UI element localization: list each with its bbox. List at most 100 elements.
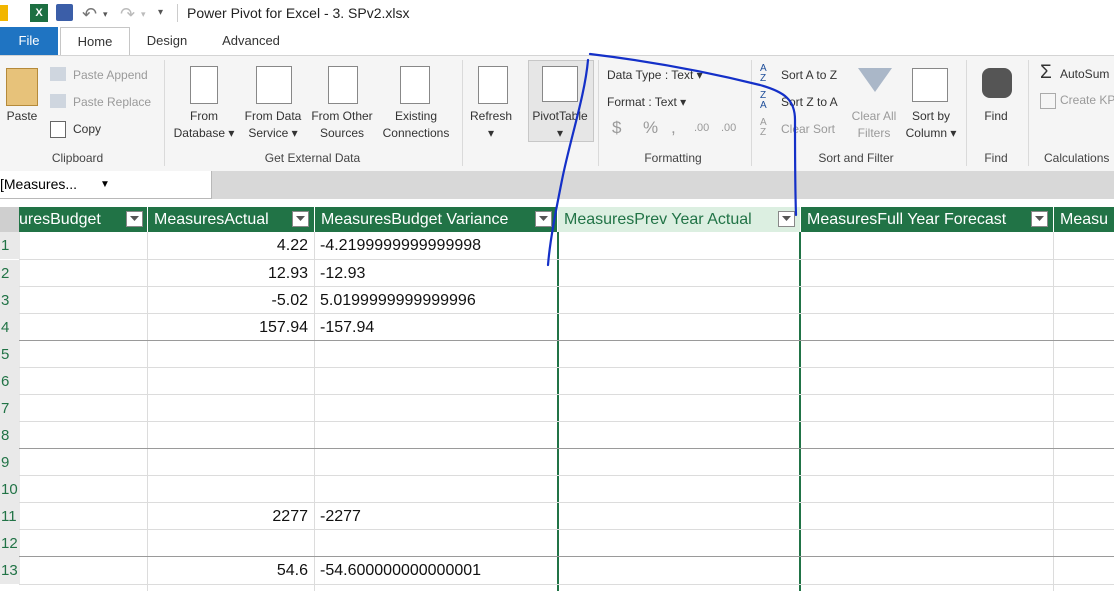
cell-variance[interactable]: 5.0199999999999996	[320, 287, 476, 314]
sort-by-column-button[interactable]: Sort by Column ▾	[902, 108, 960, 142]
pivottable-button[interactable]: PivotTable ▾	[528, 108, 592, 142]
from-data-service-line2: Service	[248, 126, 289, 140]
row-number[interactable]: 1	[0, 232, 20, 259]
cell-variance[interactable]: -157.94	[320, 314, 374, 341]
sort-az-button[interactable]: Sort A to Z	[781, 68, 837, 82]
row-divider	[19, 475, 1114, 476]
cell-actual[interactable]: 12.93	[148, 260, 308, 287]
cell-actual[interactable]: 54.6	[148, 557, 308, 584]
percent-icon[interactable]: %	[643, 118, 658, 138]
copy-button[interactable]: Copy	[73, 122, 101, 136]
sort-za-button[interactable]: Sort Z to A	[781, 95, 838, 109]
column-header-full-year-forecast[interactable]: MeasuresFull Year Forecast	[801, 207, 1054, 232]
row-number[interactable]: 9	[0, 449, 20, 476]
row-number[interactable]: 13	[0, 557, 20, 584]
tab-advanced[interactable]: Advanced	[212, 27, 290, 55]
column-header-budget[interactable]: uresBudget	[19, 207, 148, 232]
data-type-label: Data Type : Text	[607, 68, 694, 82]
separator	[751, 60, 752, 166]
refresh-button[interactable]: Refresh ▾	[462, 108, 520, 142]
tab-home[interactable]: Home	[60, 27, 130, 56]
redo-icon[interactable]: ↷	[120, 4, 135, 24]
refresh-label: Refresh	[469, 109, 513, 123]
cell-actual[interactable]: 157.94	[148, 314, 308, 341]
paste-append-button[interactable]: Paste Append	[73, 68, 148, 82]
row-number[interactable]: 12	[0, 530, 20, 557]
column-header-label: MeasuresBudget Variance	[321, 211, 509, 228]
filter-dropdown-icon[interactable]	[778, 211, 795, 227]
column-header-actual[interactable]: MeasuresActual	[148, 207, 315, 232]
decrease-decimal-icon[interactable]: .00	[721, 122, 736, 134]
grid-corner[interactable]	[0, 207, 19, 232]
row-number[interactable]: 7	[0, 395, 20, 422]
paste-replace-button[interactable]: Paste Replace	[73, 95, 151, 109]
currency-icon[interactable]: $	[612, 118, 621, 138]
undo-dropdown-icon[interactable]: ▾	[103, 9, 108, 27]
from-data-service-button[interactable]: From Data Service ▾	[240, 108, 306, 142]
tab-file[interactable]: File	[0, 27, 58, 55]
row-number[interactable]: 11	[0, 503, 20, 530]
clear-filters-icon	[858, 68, 892, 92]
name-box[interactable]: [Measures... ▼	[0, 171, 212, 199]
redo-dropdown-icon[interactable]: ▾	[141, 9, 146, 27]
row-number[interactable]: 6	[0, 368, 20, 395]
name-box-dropdown-icon[interactable]: ▼	[100, 171, 110, 198]
clipboard-group-label: Clipboard	[51, 151, 104, 165]
pivottable-icon	[542, 66, 578, 102]
excel-icon[interactable]: X	[30, 4, 48, 22]
sort-by-line2: Column	[905, 126, 947, 140]
row-number[interactable]: 3	[0, 287, 20, 314]
create-kpi-button[interactable]: Create KP	[1060, 93, 1114, 107]
autosum-button[interactable]: AutoSum	[1060, 67, 1109, 81]
refresh-icon	[478, 66, 508, 104]
clear-sort-button[interactable]: Clear Sort	[781, 122, 835, 136]
clear-all-line2: Filters	[857, 126, 891, 140]
pivottable-label: PivotTable	[532, 109, 588, 123]
sigma-icon: Σ	[1040, 62, 1052, 83]
cell-variance[interactable]: -54.600000000000001	[320, 557, 481, 584]
other-sources-icon	[328, 66, 358, 104]
row-number[interactable]: 2	[0, 260, 20, 287]
from-other-sources-button[interactable]: From Other Sources	[306, 108, 378, 142]
row-divider	[19, 448, 1114, 449]
cell-variance[interactable]: -4.2199999999999998	[320, 232, 481, 259]
comma-icon[interactable]: ,	[671, 118, 676, 138]
row-divider	[19, 394, 1114, 395]
filter-dropdown-icon[interactable]	[292, 211, 309, 227]
format-label: Format : Text	[607, 95, 677, 109]
row-divider	[19, 367, 1114, 368]
filter-dropdown-icon[interactable]	[126, 211, 143, 227]
tab-design[interactable]: Design	[138, 27, 196, 55]
row-number[interactable]: 5	[0, 341, 20, 368]
format-dropdown[interactable]: Format : Text ▾	[607, 95, 686, 109]
cell-variance[interactable]: -12.93	[320, 260, 365, 287]
title-separator	[177, 4, 178, 22]
formatting-group-label: Formatting	[644, 151, 702, 165]
from-database-button[interactable]: From Database ▾	[168, 108, 240, 142]
increase-decimal-icon[interactable]: .00	[694, 122, 709, 134]
filter-dropdown-icon[interactable]	[1031, 211, 1048, 227]
clear-all-filters-button[interactable]: Clear All Filters	[846, 108, 902, 142]
separator	[966, 60, 967, 166]
data-type-dropdown[interactable]: Data Type : Text ▾	[607, 68, 703, 82]
paste-button[interactable]: Paste	[0, 108, 44, 125]
row-number[interactable]: 8	[0, 422, 20, 449]
column-header-prev-year-actual[interactable]: MeasuresPrev Year Actual	[558, 207, 801, 232]
save-icon[interactable]	[56, 4, 73, 21]
row-number[interactable]: 4	[0, 314, 20, 341]
cell-actual[interactable]: 4.22	[148, 232, 308, 259]
cell-actual[interactable]: 2277	[148, 503, 308, 530]
undo-icon[interactable]: ↶	[82, 4, 97, 24]
row-number[interactable]: 10	[0, 476, 20, 503]
existing-connections-button[interactable]: Existing Connections	[378, 108, 454, 142]
column-header-next[interactable]: Measu	[1054, 207, 1114, 232]
customize-qat-icon[interactable]: ▾	[158, 7, 163, 25]
find-button[interactable]: Find	[968, 108, 1024, 125]
cell-variance[interactable]: -2277	[320, 503, 361, 530]
get-external-data-group-label: Get External Data	[264, 151, 361, 165]
filter-dropdown-icon[interactable]	[535, 211, 552, 227]
sort-za-icon: ZA	[760, 90, 767, 111]
data-service-icon	[256, 66, 292, 104]
column-header-budget-variance[interactable]: MeasuresBudget Variance	[315, 207, 558, 232]
cell-actual[interactable]: -5.02	[148, 287, 308, 314]
